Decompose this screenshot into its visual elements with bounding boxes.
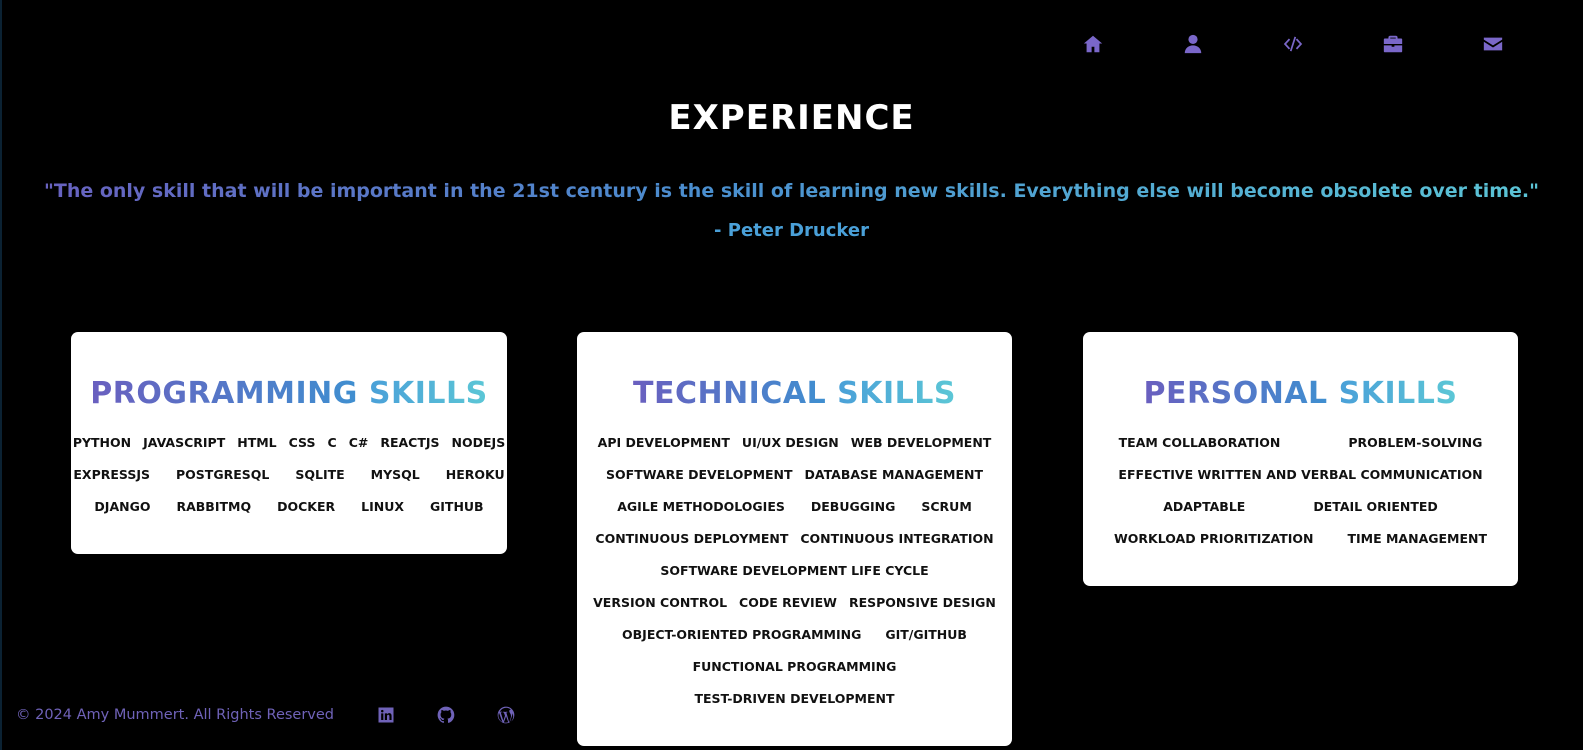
card-title-word2: SKILLS	[1338, 376, 1458, 411]
skill-row: EXPRESSJS POSTGRESQL SQLITE MYSQL HEROKU	[71, 458, 507, 490]
skill-item: C	[327, 434, 337, 450]
skill-item: SOFTWARE DEVELOPMENT LIFE CYCLE	[660, 562, 929, 578]
skill-item: DJANGO	[94, 498, 151, 514]
skill-item: RABBITMQ	[176, 498, 252, 514]
skill-item: GIT/GITHUB	[885, 626, 967, 642]
skill-item: CODE REVIEW	[739, 594, 837, 610]
skill-item: SOFTWARE DEVELOPMENT	[606, 466, 793, 482]
skill-item: WEB DEVELOPMENT	[850, 434, 992, 450]
skill-item: RESPONSIVE DESIGN	[848, 594, 996, 610]
wordpress-link[interactable]	[476, 703, 536, 727]
skill-item: SQLITE	[295, 466, 345, 482]
skill-item: DATABASE MANAGEMENT	[804, 466, 983, 482]
skill-item: DEBUGGING	[810, 498, 896, 514]
skill-item: UI/UX DESIGN	[741, 434, 839, 450]
skill-item: TEAM COLLABORATION	[1118, 434, 1281, 450]
card-title-word1: PERSONAL	[1143, 376, 1328, 411]
skill-item: NODEJS	[451, 434, 506, 450]
skill-row: EFFECTIVE WRITTEN AND VERBAL COMMUNICATI…	[1083, 458, 1518, 490]
page: EXPERIENCE "The only skill that will be …	[0, 0, 1583, 750]
skill-item: TEST-DRIVEN DEVELOPMENT	[694, 690, 895, 706]
nav-home[interactable]	[1043, 31, 1143, 57]
home-icon	[1083, 35, 1103, 53]
top-nav	[1043, 31, 1543, 57]
skill-item: EXPRESSJS	[73, 466, 150, 482]
skill-item: OBJECT-ORIENTED PROGRAMMING	[622, 626, 862, 642]
skill-row: ADAPTABLE DETAIL ORIENTED	[1083, 490, 1518, 522]
card-title: PROGRAMMING SKILLS	[71, 376, 507, 412]
skill-item: HTML	[237, 434, 277, 450]
page-title: EXPERIENCE	[668, 98, 915, 138]
skill-item: POSTGRESQL	[176, 466, 270, 482]
skill-row: TEAM COLLABORATION PROBLEM-SOLVING	[1083, 426, 1518, 458]
skill-row: SOFTWARE DEVELOPMENT LIFE CYCLE	[577, 554, 1012, 586]
skill-row: CONTINUOUS DEPLOYMENT CONTINUOUS INTEGRA…	[577, 522, 1012, 554]
linkedin-icon	[378, 707, 394, 723]
skill-item: DETAIL ORIENTED	[1313, 498, 1438, 514]
github-icon	[437, 706, 455, 723]
skill-item: MYSQL	[370, 466, 420, 482]
skill-item: VERSION CONTROL	[593, 594, 728, 610]
card-title-word1: PROGRAMMING	[90, 376, 358, 411]
skill-item: SCRUM	[921, 498, 972, 514]
skill-item: C#	[348, 434, 369, 450]
skill-row: TEST-DRIVEN DEVELOPMENT	[577, 682, 1012, 714]
card-title: TECHNICAL SKILLS	[577, 376, 1012, 412]
nav-experience[interactable]	[1343, 31, 1443, 57]
skill-item: CONTINUOUS DEPLOYMENT	[595, 530, 789, 546]
linkedin-link[interactable]	[356, 703, 416, 727]
nav-projects[interactable]	[1243, 31, 1343, 57]
skill-row: WORKLOAD PRIORITIZATION TIME MANAGEMENT	[1083, 522, 1518, 554]
github-link[interactable]	[416, 703, 476, 727]
skill-row: DJANGO RABBITMQ DOCKER LINUX GITHUB	[71, 490, 507, 522]
quote-text: "The only skill that will be important i…	[0, 180, 1583, 202]
skill-item: PYTHON	[72, 434, 132, 450]
code-icon	[1283, 36, 1303, 52]
skill-row: FUNCTIONAL PROGRAMMING	[577, 650, 1012, 682]
skill-item: CSS	[288, 434, 316, 450]
skill-item: TIME MANAGEMENT	[1347, 530, 1488, 546]
skill-item: REACTJS	[380, 434, 440, 450]
skill-item: FUNCTIONAL PROGRAMMING	[692, 658, 897, 674]
skill-row: OBJECT-ORIENTED PROGRAMMING GIT/GITHUB	[577, 618, 1012, 650]
card-title-word1: TECHNICAL	[632, 376, 827, 411]
user-icon	[1184, 34, 1202, 54]
envelope-icon	[1483, 37, 1503, 51]
card-title-word2: SKILLS	[837, 376, 956, 411]
skill-item: ADAPTABLE	[1163, 498, 1246, 514]
skill-item: JAVASCRIPT	[143, 434, 226, 450]
skill-item: API DEVELOPMENT	[597, 434, 730, 450]
skill-item: DOCKER	[277, 498, 336, 514]
programming-skills-card: PROGRAMMING SKILLS PYTHON JAVASCRIPT HTM…	[71, 332, 507, 554]
skill-item: EFFECTIVE WRITTEN AND VERBAL COMMUNICATI…	[1118, 466, 1483, 482]
nav-about[interactable]	[1143, 31, 1243, 57]
nav-contact[interactable]	[1443, 31, 1543, 57]
personal-skills-card: PERSONAL SKILLS TEAM COLLABORATION PROBL…	[1083, 332, 1518, 586]
skill-item: WORKLOAD PRIORITIZATION	[1113, 530, 1314, 546]
technical-skills-card: TECHNICAL SKILLS API DEVELOPMENT UI/UX D…	[577, 332, 1012, 746]
skill-item: HEROKU	[445, 466, 505, 482]
skill-row: VERSION CONTROL CODE REVIEW RESPONSIVE D…	[577, 586, 1012, 618]
wordpress-icon	[497, 706, 515, 724]
skill-item: AGILE METHODOLOGIES	[617, 498, 785, 514]
skill-row: PYTHON JAVASCRIPT HTML CSS C C# REACTJS …	[71, 426, 507, 458]
skill-item: PROBLEM-SOLVING	[1348, 434, 1483, 450]
skill-item: LINUX	[361, 498, 404, 514]
card-title: PERSONAL SKILLS	[1083, 376, 1518, 412]
skill-item: GITHUB	[430, 498, 484, 514]
briefcase-icon	[1383, 35, 1403, 53]
skill-row: AGILE METHODOLOGIES DEBUGGING SCRUM	[577, 490, 1012, 522]
card-title-word2: SKILLS	[368, 376, 488, 411]
skill-row: API DEVELOPMENT UI/UX DESIGN WEB DEVELOP…	[577, 426, 1012, 458]
copyright-text: © 2024 Amy Mummert. All Rights Reserved	[16, 707, 335, 723]
skill-row: SOFTWARE DEVELOPMENT DATABASE MANAGEMENT	[577, 458, 1012, 490]
skill-item: CONTINUOUS INTEGRATION	[800, 530, 994, 546]
quote-author: - Peter Drucker	[714, 220, 869, 241]
footer: © 2024 Amy Mummert. All Rights Reserved	[16, 703, 536, 727]
